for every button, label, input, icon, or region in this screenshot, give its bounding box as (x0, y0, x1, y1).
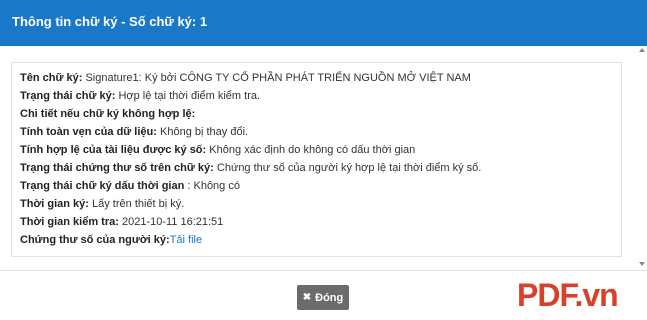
modal-title: Thông tin chữ ký - Số chữ ký: 1 (12, 14, 208, 29)
close-icon: ✖ (302, 291, 312, 303)
modal-header: Thông tin chữ ký - Số chữ ký: 1 (0, 0, 647, 46)
detail-signature-name: Tên chữ ký: Signature1: Ký bởi CÔNG TY C… (20, 72, 471, 84)
detail-signing-time: Thời gian ký: Lấy trên thiết bị ký. (20, 198, 185, 210)
scroll-up-arrow-icon[interactable] (639, 48, 645, 52)
detail-document-validity: Tính hợp lệ của tài liệu được ký số: Khô… (20, 144, 416, 156)
close-button[interactable]: ✖ Đóng (297, 285, 349, 310)
close-button-label: Đóng (315, 291, 344, 304)
detail-data-integrity: Tính toàn vẹn của dữ liệu: Không bị thay… (20, 126, 249, 138)
download-certificate-link[interactable]: Tải file (170, 234, 202, 246)
signature-details-panel: Tên chữ ký: Signature1: Ký bởi CÔNG TY C… (11, 62, 622, 257)
detail-certificate-status: Trạng thái chứng thư số trên chữ ký: Chứ… (20, 162, 482, 174)
detail-check-time: Thời gian kiểm tra: 2021-10-11 16:21:51 (20, 216, 224, 228)
detail-timestamp-status: Trạng thái chữ ký dấu thời gian : Không … (20, 180, 240, 192)
detail-invalid-reason: Chi tiết nếu chữ ký không hợp lệ: (20, 108, 196, 120)
detail-signer-certificate: Chứng thư số của người ký:Tải file (20, 234, 203, 246)
footer-divider (0, 270, 647, 271)
detail-signature-status: Trạng thái chữ ký: Hợp lệ tại thời điểm … (20, 90, 261, 102)
scroll-down-arrow-icon[interactable] (639, 262, 645, 266)
watermark-logo: PDF.vn (517, 277, 619, 313)
